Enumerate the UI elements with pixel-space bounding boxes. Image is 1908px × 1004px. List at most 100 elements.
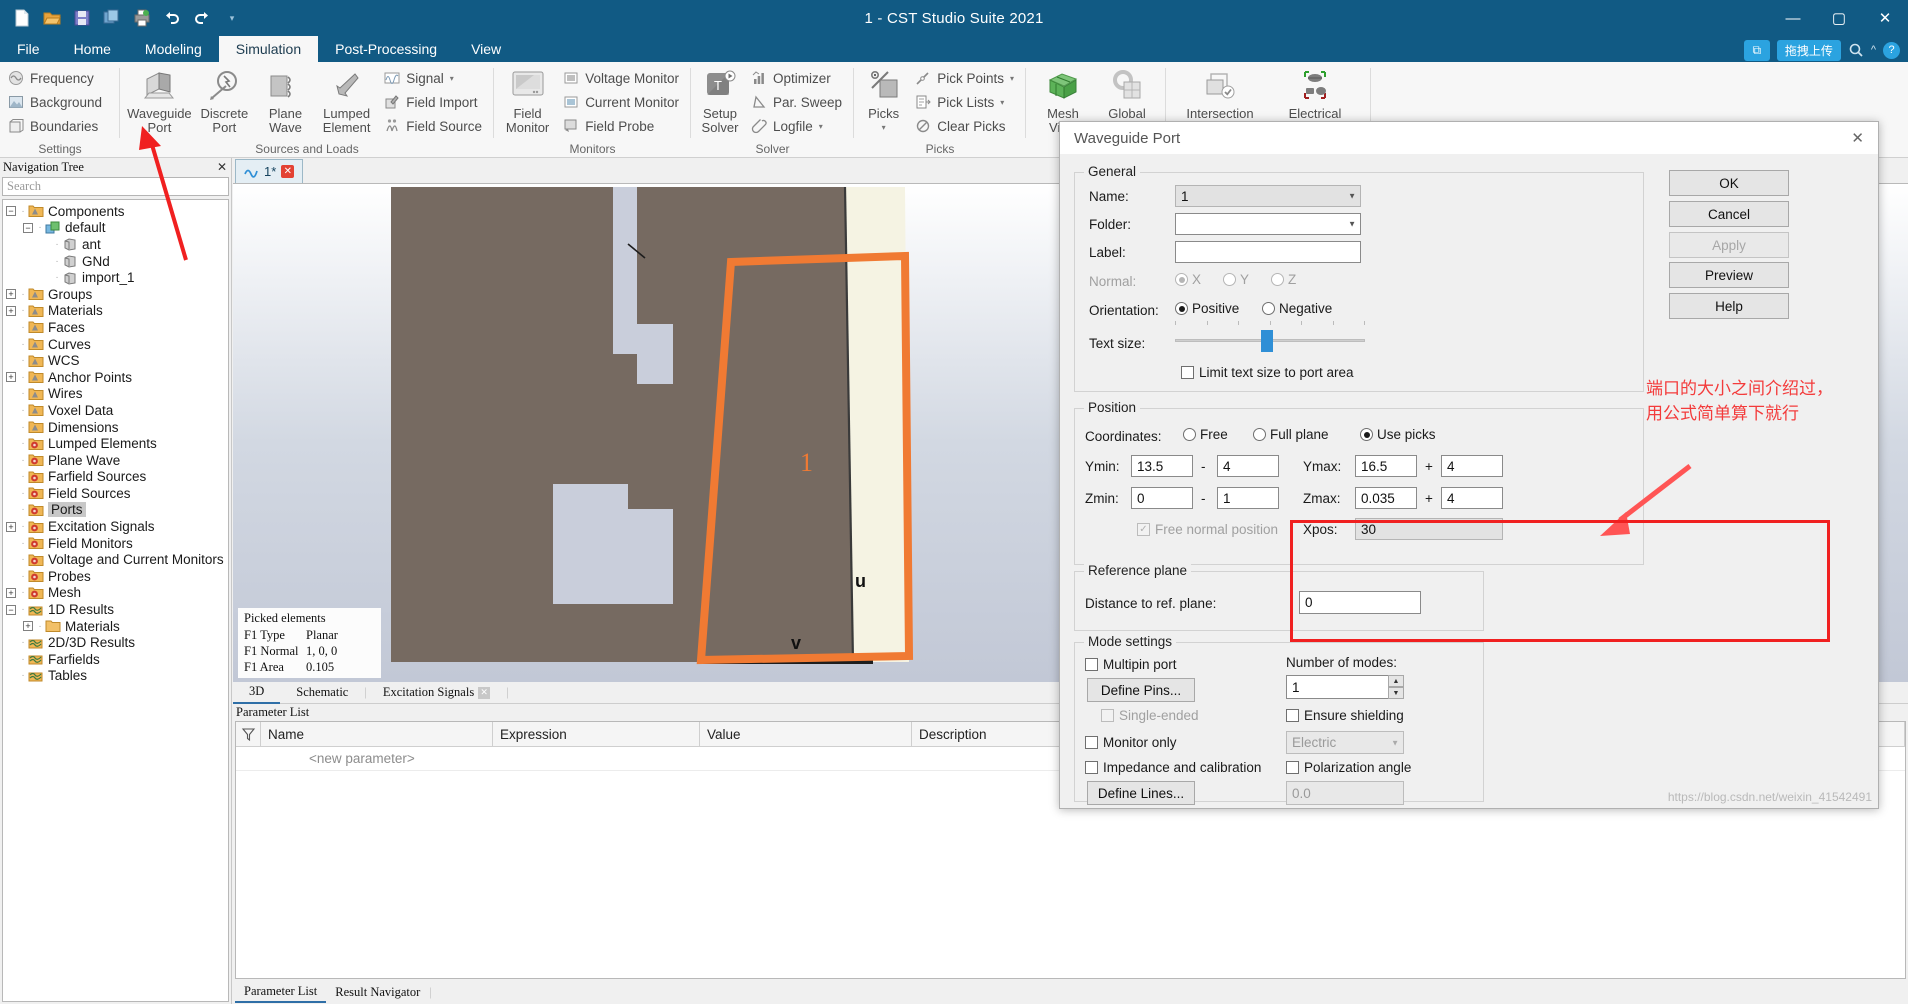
tree-item-excitation-signals[interactable]: + · Excitation Signals [3,518,228,535]
tree-item-plane-wave[interactable]: · Plane Wave [3,452,228,469]
ok-button[interactable]: OK [1669,170,1789,196]
orientation-radio-positive[interactable]: Positive [1175,301,1239,316]
ribbon-item-field-probe[interactable]: Field Probe [561,114,685,138]
tree-item-components[interactable]: − · Components [3,203,228,220]
ribbon-item-frequency[interactable]: Frequency [6,66,108,90]
close-icon[interactable]: ✕ [478,686,491,699]
tab-modeling[interactable]: Modeling [128,36,219,62]
tab-home[interactable]: Home [57,36,128,62]
normal-radio-x[interactable]: X [1175,272,1201,287]
window-controls[interactable]: — ▢ ✕ [1770,0,1908,36]
ribbon-item-lumped-element[interactable]: Lumped Element [317,66,376,135]
chevron-down-icon[interactable]: ▼ [1348,192,1356,201]
collapse-icon[interactable]: − [6,604,16,615]
ribbon-item-pick-lists[interactable]: Pick Lists ▾ [913,90,1020,114]
tree-item-wires[interactable]: · Wires [3,386,228,403]
tree-item-curves[interactable]: · Curves [3,336,228,353]
collapse-icon[interactable]: − [23,222,33,233]
zmax-input[interactable]: 0.035 [1355,487,1417,509]
ribbon-item-voltage-monitor[interactable]: Voltage Monitor [561,66,685,90]
ribbon-item-logfile[interactable]: Logfile ▾ [749,114,848,138]
limit-text-size-checkbox[interactable]: Limit text size to port area [1181,365,1354,380]
ribbon-item-boundaries[interactable]: Boundaries [6,114,108,138]
footer-tab-result-navigator[interactable]: Result Navigator [326,981,429,1003]
ribbon-item-signal[interactable]: Signal ▾ [382,66,488,90]
tree-item-faces[interactable]: · Faces [3,319,228,336]
number-of-modes-stepper[interactable]: ▲ ▼ [1388,675,1404,699]
ensure-shielding-checkbox[interactable]: Ensure shielding [1286,708,1404,723]
ribbon-item-setup-solver[interactable]: T Setup Solver [697,66,743,135]
zmin-offset-input[interactable]: 1 [1217,487,1279,509]
folder-combobox[interactable]: ▼ [1175,213,1361,235]
chevron-down-icon[interactable]: ▾ [450,74,454,83]
help-button[interactable]: Help [1669,293,1789,319]
tree-item-voltage-and-current-monitors[interactable]: · Voltage and Current Monitors [3,551,228,568]
bottom-tab-3d[interactable]: 3D [233,682,281,704]
column-header-value[interactable]: Value [700,722,912,746]
navigation-tree[interactable]: − · Components − · default · ant · GNd · import_1 + ·… [2,199,229,1002]
expand-icon[interactable]: + [6,587,16,598]
column-header-expression[interactable]: Expression [493,722,700,746]
search-input[interactable]: Search [2,177,229,196]
chevron-up-icon[interactable]: ^ [1871,44,1876,56]
ribbon-item-background[interactable]: Background [6,90,108,114]
tab-simulation[interactable]: Simulation [218,36,319,62]
close-icon[interactable]: ✕ [217,160,227,175]
parameter-panel-tabs[interactable]: Parameter List Result Navigator | [235,980,1906,1004]
tab-view[interactable]: View [454,36,518,62]
ribbon-item-plane-wave[interactable]: Plane Wave [256,66,315,135]
chevron-down-icon[interactable]: ▾ [819,122,823,131]
chevron-down-icon[interactable]: ▾ [1000,98,1004,107]
tree-item-ant[interactable]: · ant [3,236,228,253]
tree-item-field-monitors[interactable]: · Field Monitors [3,535,228,552]
ribbon-tabstrip[interactable]: File Home Modeling Simulation Post-Proce… [0,36,1908,62]
tree-item-dimensions[interactable]: · Dimensions [3,419,228,436]
tree-item-materials[interactable]: + · Materials [3,618,228,635]
tree-item-2d-3d-results[interactable]: · 2D/3D Results [3,634,228,651]
expand-icon[interactable]: + [6,372,16,383]
footer-tab-parameter-list[interactable]: Parameter List [235,981,327,1003]
tree-item-lumped-elements[interactable]: · Lumped Elements [3,435,228,452]
ribbon-right-tools[interactable]: ⧉ 拖拽上传 ^ ? [1743,38,1900,62]
tab-file[interactable]: File [0,36,57,62]
coordinates-radio-free[interactable]: Free [1183,427,1228,442]
preview-button[interactable]: Preview [1669,262,1789,288]
text-size-slider-thumb[interactable] [1261,330,1273,352]
tree-item-field-sources[interactable]: · Field Sources [3,485,228,502]
stepper-up-icon[interactable]: ▲ [1388,675,1404,687]
stepper-down-icon[interactable]: ▼ [1388,687,1404,699]
ymin-offset-input[interactable]: 4 [1217,455,1279,477]
normal-radio-y[interactable]: Y [1223,272,1249,287]
ribbon-item-picks[interactable]: Picks ▾ [860,66,907,135]
tree-item-materials[interactable]: + · Materials [3,303,228,320]
define-pins-button[interactable]: Define Pins... [1087,678,1195,702]
normal-radio-z[interactable]: Z [1271,272,1296,287]
tree-item-mesh[interactable]: + · Mesh [3,585,228,602]
zmin-input[interactable]: 0 [1131,487,1193,509]
label-input[interactable] [1175,241,1361,263]
ribbon-item-par-sweep[interactable]: Par. Sweep [749,90,848,114]
chevron-down-icon[interactable]: ▾ [1010,74,1014,83]
chevron-down-icon[interactable]: ▾ [882,121,886,135]
orientation-radio-negative[interactable]: Negative [1262,301,1332,316]
help-icon[interactable]: ? [1883,41,1900,59]
ribbon-item-discrete-port[interactable]: Discrete Port [195,66,254,135]
ribbon-item-field-import[interactable]: Field Import [382,90,488,114]
monitor-only-checkbox[interactable]: Monitor only [1085,735,1177,750]
tree-item-probes[interactable]: · Probes [3,568,228,585]
multipin-port-checkbox[interactable]: Multipin port [1085,657,1177,672]
tree-item-import-1[interactable]: · import_1 [3,269,228,286]
tree-item-1d-results[interactable]: − · 1D Results [3,601,228,618]
view-tab-model[interactable]: 1* ✕ [235,159,304,183]
polarization-angle-checkbox[interactable]: Polarization angle [1286,760,1411,775]
coordinates-radio-full-plane[interactable]: Full plane [1253,427,1329,442]
filter-icon[interactable] [236,722,261,746]
chevron-down-icon[interactable]: ▼ [1348,220,1356,229]
cloud-upload-icon[interactable]: ⧉ [1743,39,1770,61]
tree-item-groups[interactable]: + · Groups [3,286,228,303]
maximize-button[interactable]: ▢ [1816,0,1862,36]
expand-icon[interactable]: + [6,289,16,300]
zmax-offset-input[interactable]: 4 [1441,487,1503,509]
expand-icon[interactable]: + [6,521,16,532]
ribbon-item-pick-points[interactable]: Pick Points ▾ [913,66,1020,90]
